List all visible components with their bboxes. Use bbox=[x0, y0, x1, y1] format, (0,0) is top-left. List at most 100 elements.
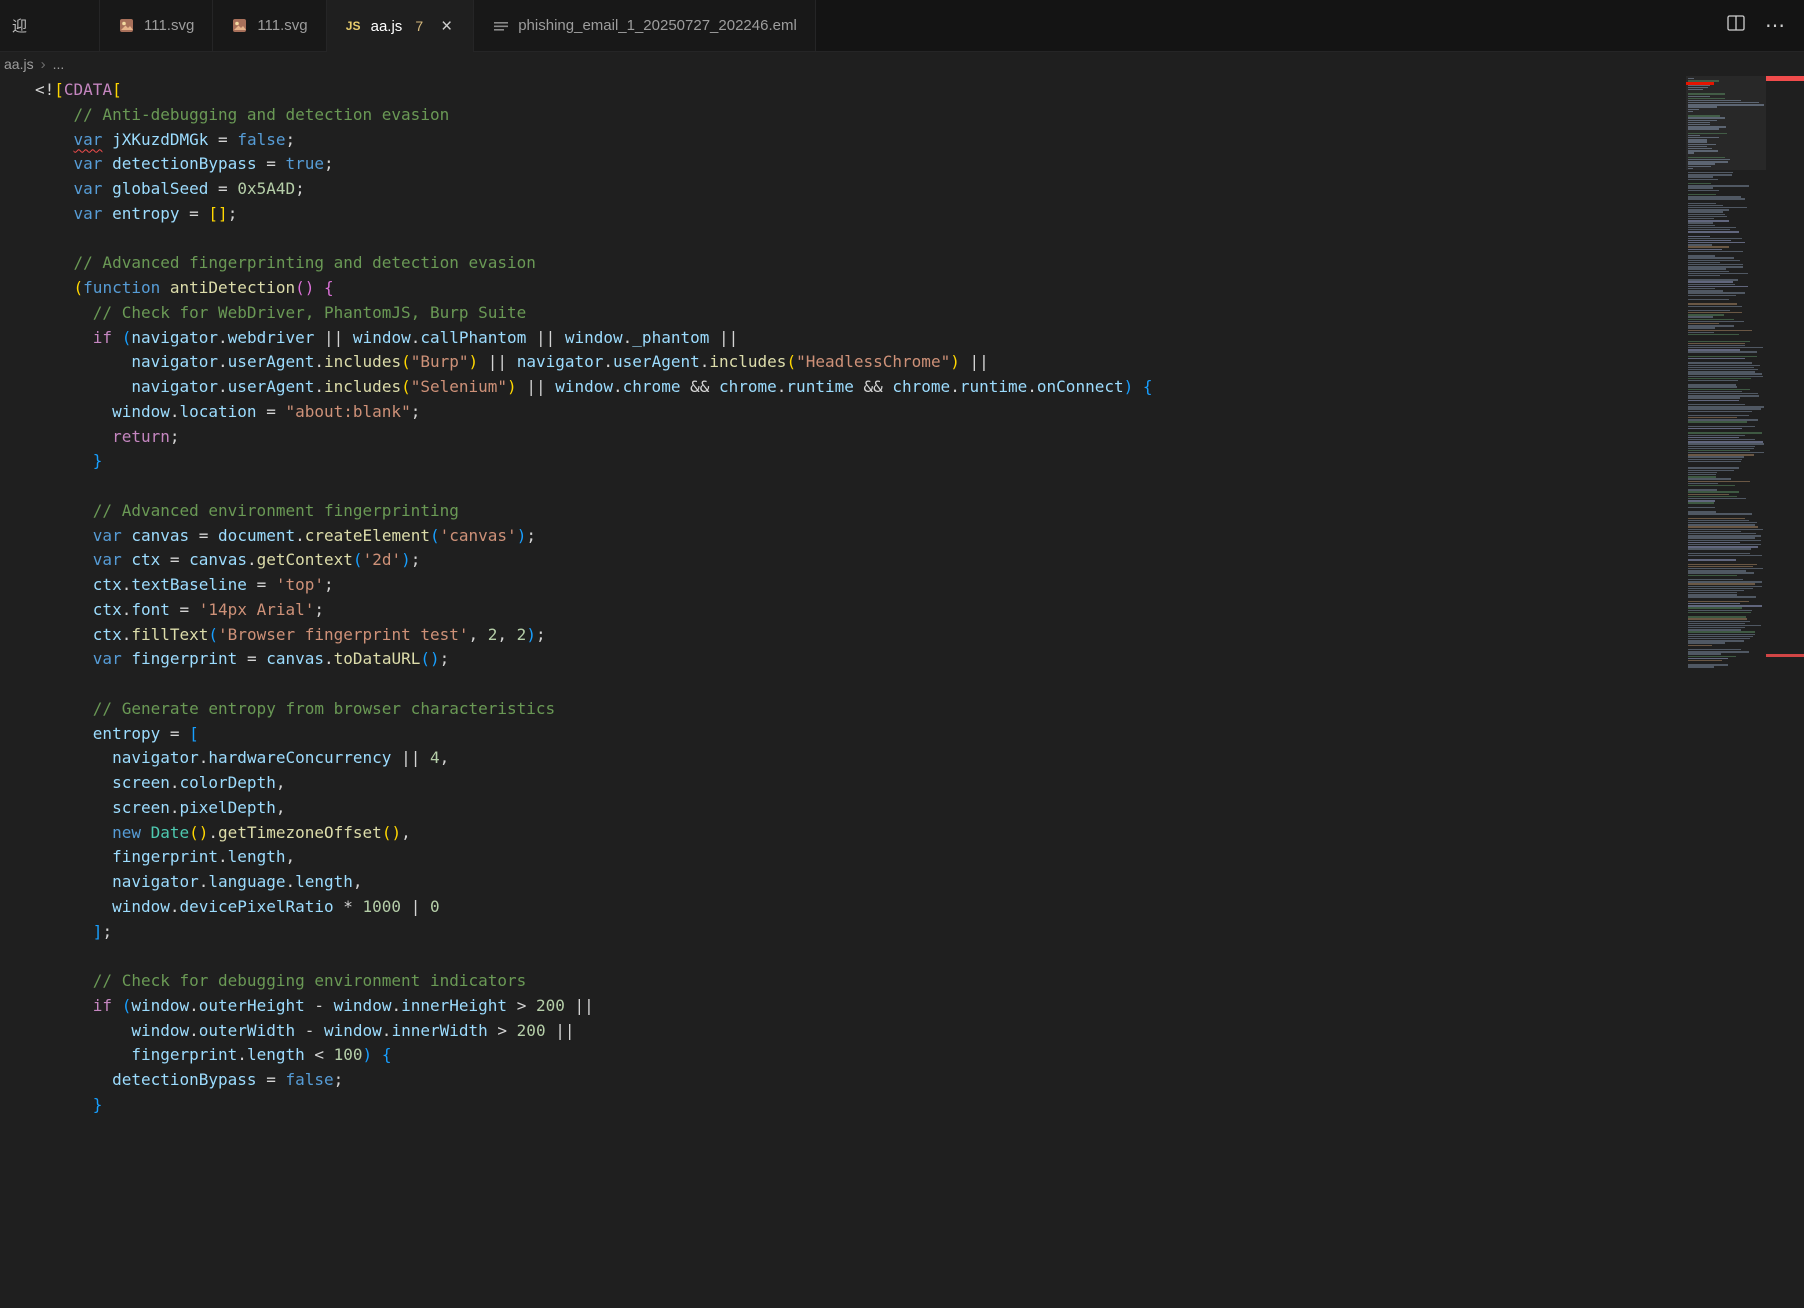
code-line[interactable]: // Check for WebDriver, PhantomJS, Burp … bbox=[35, 301, 1804, 326]
code-line[interactable]: return; bbox=[35, 425, 1804, 450]
minimap-line bbox=[1688, 378, 1751, 379]
code-line[interactable]: var fingerprint = canvas.toDataURL(); bbox=[35, 647, 1804, 672]
minimap-line bbox=[1688, 397, 1740, 398]
code-line[interactable] bbox=[35, 227, 1804, 252]
minimap-line bbox=[1688, 347, 1763, 348]
minimap-line bbox=[1688, 190, 1719, 191]
eml-file-icon bbox=[492, 17, 509, 34]
minimap-line bbox=[1688, 459, 1742, 460]
code-line[interactable]: screen.pixelDepth, bbox=[35, 796, 1804, 821]
code-line[interactable]: <![CDATA[ bbox=[35, 78, 1804, 103]
tab-111svg-1[interactable]: 111.svg bbox=[100, 0, 213, 51]
code-line[interactable] bbox=[35, 672, 1804, 697]
tab-label: phishing_email_1_20250727_202246.eml bbox=[518, 17, 797, 34]
code-line[interactable]: new Date().getTimezoneOffset(), bbox=[35, 821, 1804, 846]
minimap-line bbox=[1688, 351, 1757, 352]
code-line[interactable]: if (window.outerHeight - window.innerHei… bbox=[35, 994, 1804, 1019]
minimap-line bbox=[1688, 500, 1715, 501]
breadcrumb-symbol-path[interactable]: ... bbox=[53, 56, 65, 72]
ruler-error-mark bbox=[1766, 654, 1804, 657]
minimap-line bbox=[1688, 570, 1746, 571]
minimap-line bbox=[1688, 656, 1736, 657]
minimap-line bbox=[1688, 489, 1717, 490]
code-line[interactable]: window.outerWidth - window.innerWidth > … bbox=[35, 1019, 1804, 1044]
minimap-line bbox=[1688, 246, 1729, 247]
more-actions-icon[interactable]: ⋯ bbox=[1765, 13, 1786, 38]
minimap-line bbox=[1688, 610, 1752, 611]
minimap-line bbox=[1688, 564, 1757, 565]
code-line[interactable]: detectionBypass = false; bbox=[35, 1068, 1804, 1093]
minimap-line bbox=[1688, 131, 1764, 132]
code-line[interactable]: var entropy = []; bbox=[35, 202, 1804, 227]
minimap-line bbox=[1688, 498, 1746, 499]
code-line[interactable]: } bbox=[35, 1093, 1804, 1118]
code-area[interactable]: <![CDATA[ // Anti-debugging and detectio… bbox=[0, 76, 1804, 1118]
code-line[interactable]: var globalSeed = 0x5A4D; bbox=[35, 177, 1804, 202]
tab-welcome[interactable]: 迎 bbox=[0, 0, 100, 51]
minimap-line bbox=[1688, 642, 1725, 643]
minimap-line bbox=[1688, 354, 1764, 355]
minimap-line bbox=[1688, 614, 1764, 615]
code-line[interactable]: // Advanced fingerprinting and detection… bbox=[35, 251, 1804, 276]
code-line[interactable]: navigator.userAgent.includes("Burp") || … bbox=[35, 350, 1804, 375]
minimap-line bbox=[1688, 461, 1741, 462]
minimap-line bbox=[1688, 98, 1725, 99]
code-line[interactable]: if (navigator.webdriver || window.callPh… bbox=[35, 326, 1804, 351]
minimap-line bbox=[1688, 384, 1736, 385]
minimap-line bbox=[1688, 544, 1761, 545]
code-line[interactable]: navigator.language.length, bbox=[35, 870, 1804, 895]
minimap-line bbox=[1688, 181, 1764, 182]
minimap-line bbox=[1688, 546, 1758, 547]
code-line[interactable]: // Generate entropy from browser charact… bbox=[35, 697, 1804, 722]
minimap-line bbox=[1688, 531, 1741, 532]
split-editor-icon[interactable] bbox=[1727, 14, 1745, 37]
code-line[interactable] bbox=[35, 944, 1804, 969]
minimap-line bbox=[1688, 424, 1764, 425]
tab-phishing-eml[interactable]: phishing_email_1_20250727_202246.eml bbox=[474, 0, 816, 51]
code-line[interactable]: navigator.userAgent.includes("Selenium")… bbox=[35, 375, 1804, 400]
code-line[interactable]: ]; bbox=[35, 920, 1804, 945]
code-line[interactable]: var ctx = canvas.getContext('2d'); bbox=[35, 548, 1804, 573]
overview-ruler[interactable] bbox=[1766, 76, 1804, 1308]
code-line[interactable]: var canvas = document.createElement('can… bbox=[35, 524, 1804, 549]
code-line[interactable]: window.location = "about:blank"; bbox=[35, 400, 1804, 425]
minimap-line bbox=[1688, 456, 1744, 457]
code-line[interactable]: fingerprint.length, bbox=[35, 845, 1804, 870]
minimap-line bbox=[1688, 439, 1755, 440]
code-line[interactable]: // Check for debugging environment indic… bbox=[35, 969, 1804, 994]
minimap-line bbox=[1688, 371, 1755, 372]
minimap-line bbox=[1688, 463, 1764, 464]
code-line[interactable]: } bbox=[35, 449, 1804, 474]
tab-111svg-2[interactable]: 111.svg bbox=[213, 0, 326, 51]
code-line[interactable]: fingerprint.length < 100) { bbox=[35, 1043, 1804, 1068]
code-line[interactable]: var detectionBypass = true; bbox=[35, 152, 1804, 177]
minimap-line bbox=[1688, 559, 1736, 560]
tab-aajs-active[interactable]: JS aa.js 7 × bbox=[327, 0, 475, 52]
minimap-line bbox=[1688, 645, 1712, 646]
code-line[interactable]: navigator.hardwareConcurrency || 4, bbox=[35, 746, 1804, 771]
minimap-line bbox=[1688, 653, 1721, 654]
minimap-line bbox=[1688, 382, 1764, 383]
code-line[interactable]: (function antiDetection() { bbox=[35, 276, 1804, 301]
code-line[interactable] bbox=[35, 474, 1804, 499]
code-line[interactable]: // Anti-debugging and detection evasion bbox=[35, 103, 1804, 128]
minimap-line bbox=[1688, 85, 1710, 86]
chevron-right-icon: › bbox=[41, 56, 46, 73]
minimap-line bbox=[1688, 146, 1707, 147]
code-line[interactable]: window.devicePixelRatio * 1000 | 0 bbox=[35, 895, 1804, 920]
code-line[interactable]: ctx.fillText('Browser fingerprint test',… bbox=[35, 623, 1804, 648]
close-icon[interactable]: × bbox=[438, 16, 455, 37]
minimap-line bbox=[1688, 338, 1764, 339]
minimap-line bbox=[1688, 437, 1739, 438]
minimap-line bbox=[1688, 187, 1713, 188]
code-line[interactable]: screen.colorDepth, bbox=[35, 771, 1804, 796]
code-line[interactable]: ctx.font = '14px Arial'; bbox=[35, 598, 1804, 623]
minimap[interactable] bbox=[1686, 76, 1766, 1308]
breadcrumb-file[interactable]: aa.js bbox=[4, 56, 34, 72]
code-line[interactable]: entropy = [ bbox=[35, 722, 1804, 747]
minimap-line bbox=[1688, 113, 1764, 114]
code-line[interactable]: var jXKuzdDMGk = false; bbox=[35, 128, 1804, 153]
code-line[interactable]: ctx.textBaseline = 'top'; bbox=[35, 573, 1804, 598]
minimap-line bbox=[1688, 319, 1734, 320]
code-line[interactable]: // Advanced environment fingerprinting bbox=[35, 499, 1804, 524]
